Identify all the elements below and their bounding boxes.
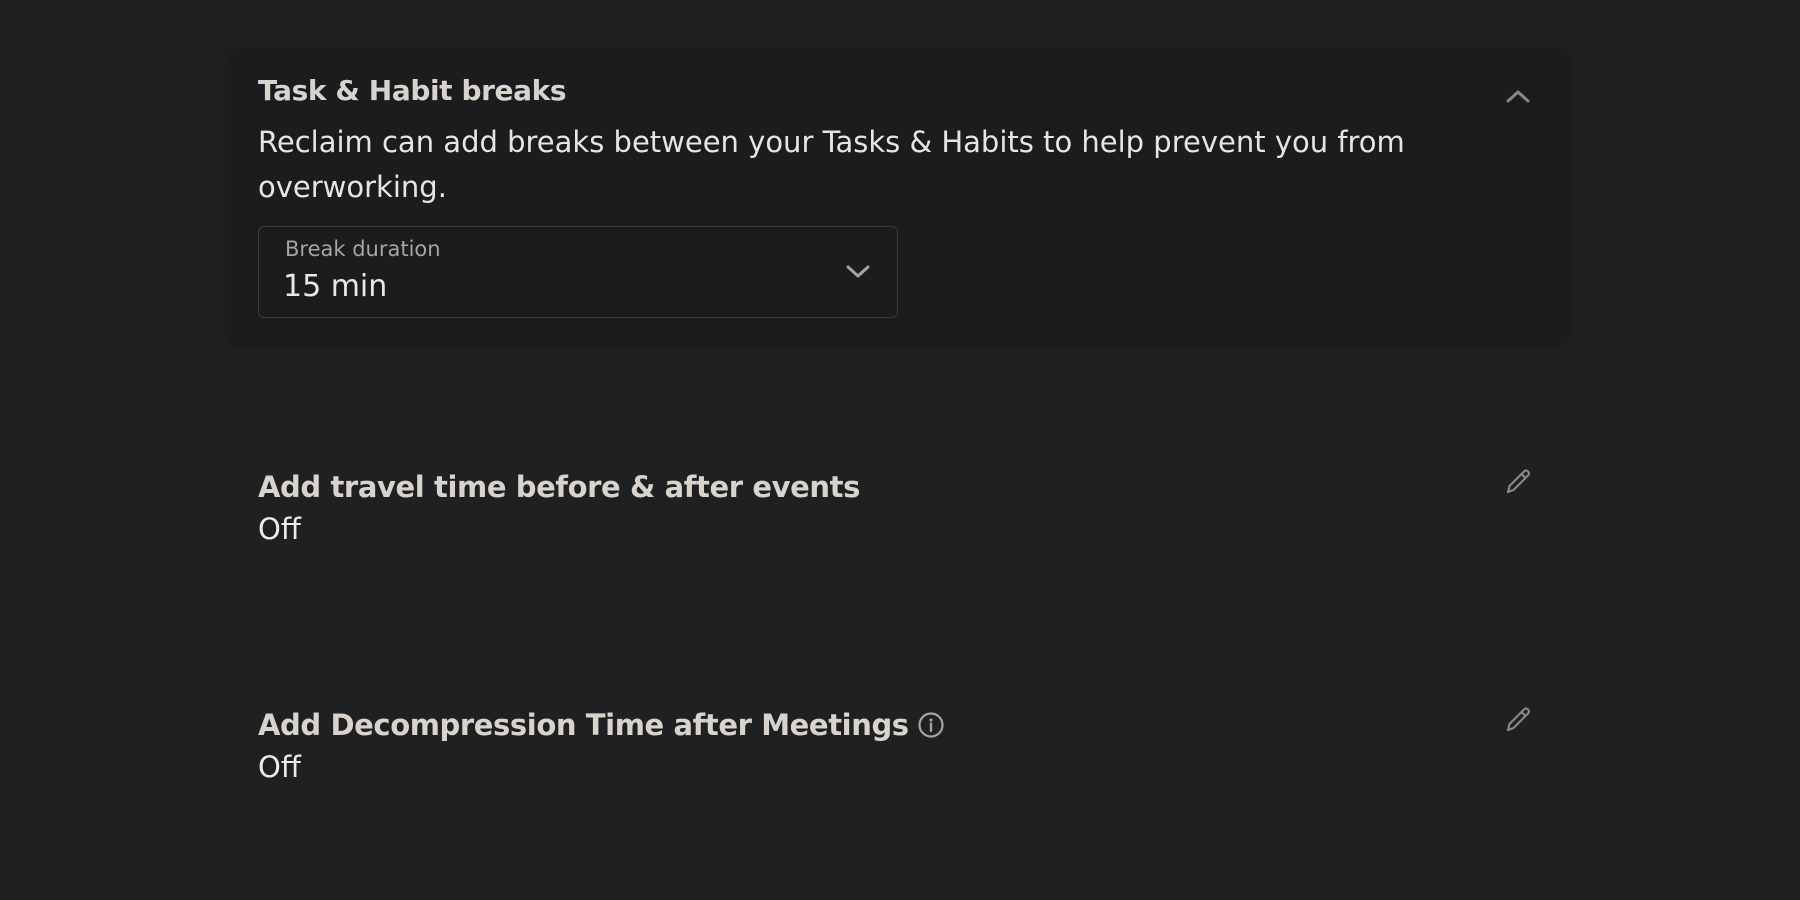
decompression-time-title: Add Decompression Time after Meetings xyxy=(258,708,909,742)
travel-time-setting: Add travel time before & after events Of… xyxy=(258,469,1568,546)
edit-decompression-time-button[interactable] xyxy=(1498,700,1538,740)
card-title: Task & Habit breaks xyxy=(258,74,567,107)
collapse-button[interactable] xyxy=(1498,76,1538,116)
card-description: Reclaim can add breaks between your Task… xyxy=(258,125,1405,204)
decompression-time-setting: Add Decompression Time after Meetings Of… xyxy=(258,707,1568,784)
setting-title: Add Decompression Time after Meetings xyxy=(258,708,1568,742)
break-duration-select[interactable]: Break duration 15 min xyxy=(258,226,898,318)
task-habit-breaks-card: Task & Habit breaks Reclaim can add brea… xyxy=(228,48,1568,344)
pencil-icon xyxy=(1506,469,1531,494)
chevron-down-icon xyxy=(843,257,873,287)
break-duration-label: Break duration xyxy=(285,237,441,261)
info-icon[interactable] xyxy=(917,711,945,739)
settings-page: Task & Habit breaks Reclaim can add brea… xyxy=(0,0,1800,900)
chevron-up-icon xyxy=(1506,90,1530,103)
travel-time-title: Add travel time before & after events xyxy=(258,470,860,504)
setting-title: Add travel time before & after events xyxy=(258,470,1568,504)
edit-travel-time-button[interactable] xyxy=(1498,462,1538,502)
break-duration-value: 15 min xyxy=(283,269,388,304)
travel-time-value: Off xyxy=(258,512,301,546)
pencil-icon xyxy=(1506,707,1531,732)
decompression-time-value: Off xyxy=(258,750,301,784)
